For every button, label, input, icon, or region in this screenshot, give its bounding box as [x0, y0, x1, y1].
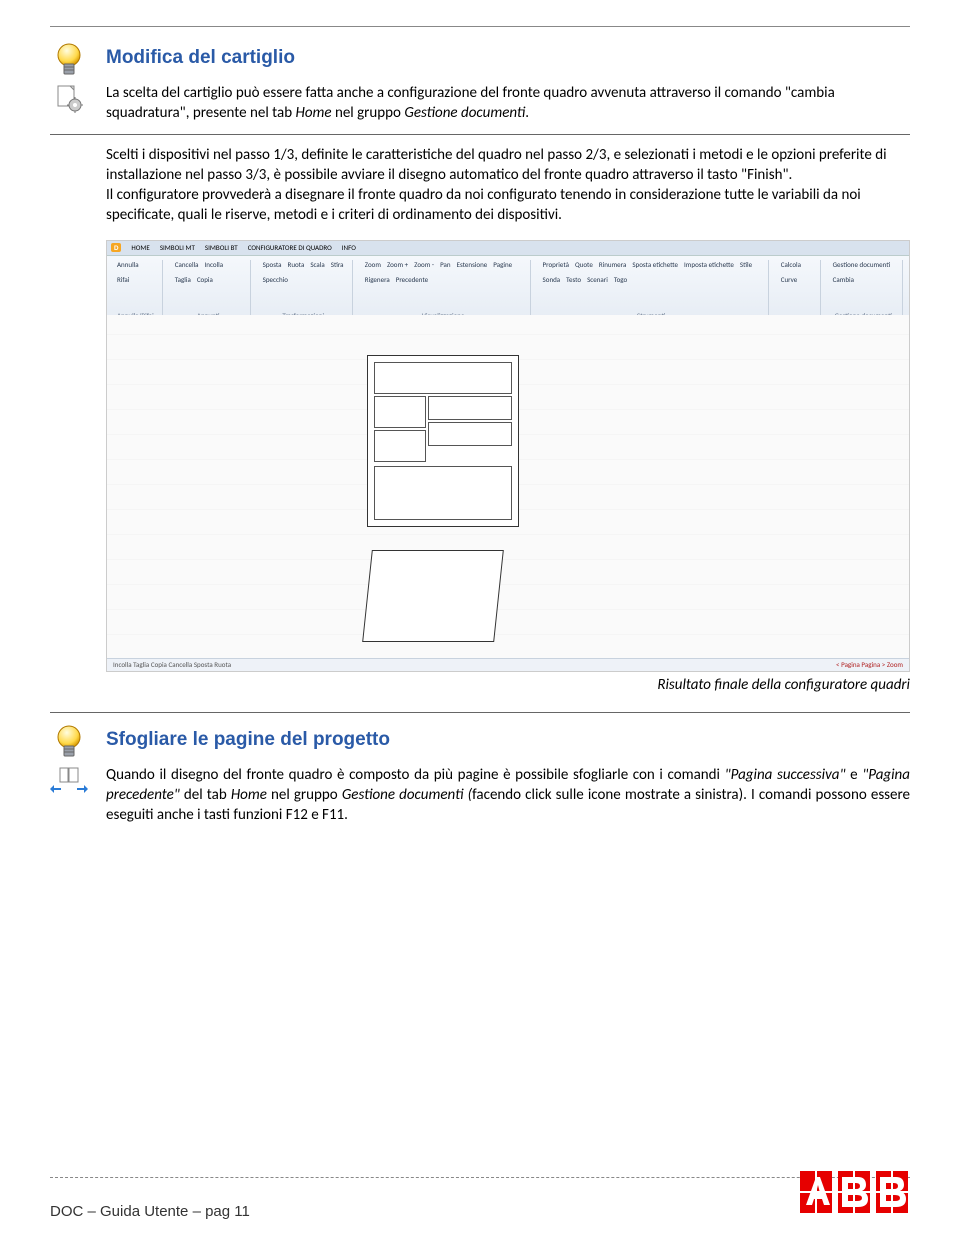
s2a: Quando il disegno del fronte quadro è co… — [106, 766, 725, 784]
rule-1 — [50, 134, 910, 135]
tab-simbolimt: SIMBOLI MT — [160, 243, 195, 252]
s2-gest: Gestione documenti ( — [342, 786, 472, 804]
tab-home: HOME — [131, 243, 149, 252]
s2b: e — [846, 766, 863, 784]
lightbulb-icon — [50, 41, 88, 81]
panel-drawing-1 — [367, 355, 519, 527]
status-left: Incolla Taglia Copia Cancella Sposta Ruo… — [113, 660, 231, 669]
footer-text: DOC – Guida Utente – pag 11 — [50, 1203, 250, 1220]
drawing-canvas — [107, 315, 909, 659]
s2c: del tab — [180, 786, 231, 804]
statusbar: Incolla Taglia Copia Cancella Sposta Ruo… — [107, 658, 909, 671]
s1p1c: . — [525, 104, 529, 122]
section1-para2: Scelti i dispositivi nel passo 1/3, defi… — [106, 145, 910, 186]
s2d: nel gruppo — [267, 786, 342, 804]
section1-para1: La scelta del cartiglio può essere fatta… — [106, 83, 910, 124]
tab-config: CONFIGURATORE DI QUADRO — [248, 243, 332, 252]
s1p1-home: Home — [295, 104, 331, 122]
status-right: < Pagina Pagina > Zoom — [836, 660, 903, 669]
tab-info: INFO — [342, 243, 356, 252]
page-gear-icon — [50, 83, 88, 113]
rule-2 — [50, 712, 910, 713]
app-screenshot: D HOME SIMBOLI MT SIMBOLI BT CONFIGURATO… — [106, 240, 910, 672]
s2-ps: "Pagina successiva" — [725, 766, 846, 784]
panel-drawing-2 — [362, 550, 504, 642]
top-rule — [50, 26, 910, 27]
tab-simbolibt: SIMBOLI BT — [205, 243, 238, 252]
s1p1-gest: Gestione documenti — [404, 104, 525, 122]
abb-logo-icon — [800, 1171, 910, 1220]
s2-home: Home — [231, 786, 267, 804]
section2-title: Sfogliare le pagine del progetto — [106, 729, 390, 751]
appmenu-icon: D — [111, 243, 121, 252]
section1-para3: Il configuratore provvederà a disegnare … — [106, 185, 910, 226]
section1-title: Modifica del cartiglio — [106, 47, 295, 69]
section2-para: Quando il disegno del fronte quadro è co… — [106, 765, 910, 826]
page-arrows-icon — [50, 765, 88, 793]
s1p1b: nel gruppo — [332, 104, 405, 122]
figure-caption: Risultato finale della configuratore qua… — [106, 676, 910, 694]
lightbulb-icon — [50, 723, 88, 763]
